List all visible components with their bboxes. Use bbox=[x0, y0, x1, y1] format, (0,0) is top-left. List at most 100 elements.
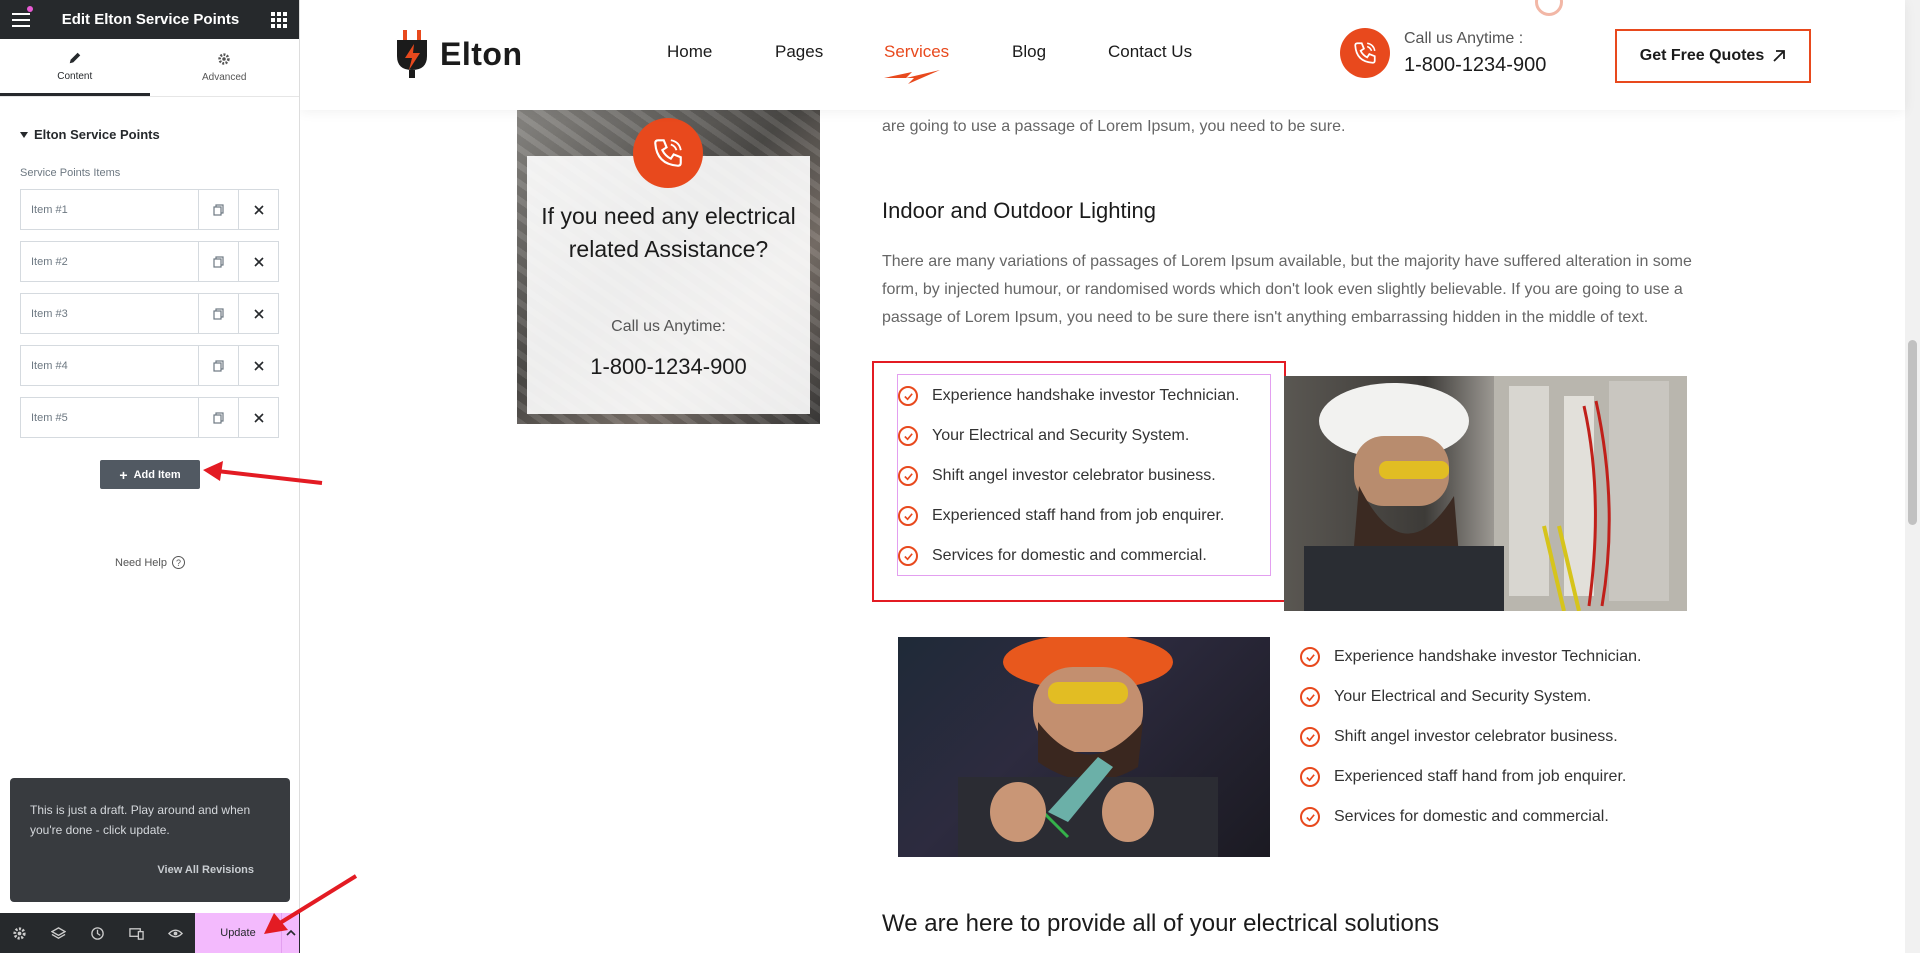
nav-services[interactable]: Services bbox=[884, 42, 949, 62]
editor-panel: Edit Elton Service Points Content Advanc… bbox=[0, 0, 300, 953]
remove-button[interactable] bbox=[238, 346, 278, 385]
page-scrollbar[interactable] bbox=[1905, 0, 1920, 953]
repeater-item: Item #2 bbox=[20, 241, 279, 282]
hamburger-menu-icon[interactable] bbox=[12, 12, 30, 27]
close-icon bbox=[253, 360, 264, 371]
list-item: Shift angel investor celebrator business… bbox=[1300, 717, 1641, 757]
check-circle-icon bbox=[1300, 687, 1320, 707]
preview-icon[interactable] bbox=[156, 913, 195, 953]
list-item: Services for domestic and commercial. bbox=[1300, 797, 1641, 837]
responsive-icon[interactable] bbox=[117, 913, 156, 953]
remove-button[interactable] bbox=[238, 190, 278, 229]
duplicate-button[interactable] bbox=[198, 294, 238, 333]
site-header: Elton Home Pages Services Blog Contact U… bbox=[300, 0, 1905, 110]
repeater-item: Item #5 bbox=[20, 397, 279, 438]
call-number[interactable]: 1-800-1234-900 bbox=[1404, 54, 1546, 77]
point-text: Shift angel investor celebrator business… bbox=[932, 467, 1216, 484]
chevron-up-icon[interactable] bbox=[281, 913, 299, 953]
quote-button-label: Get Free Quotes bbox=[1639, 47, 1765, 64]
tab-content[interactable]: Content bbox=[0, 39, 150, 96]
remove-button[interactable] bbox=[238, 242, 278, 281]
copy-icon bbox=[212, 203, 224, 216]
repeater-list: Item #1 Item #2 Item #3 Item #4 Item #5 bbox=[0, 189, 299, 438]
point-text: Your Electrical and Security System. bbox=[932, 427, 1190, 444]
panel-tabs: Content Advanced bbox=[0, 39, 299, 97]
intro-paragraph-tail: are going to use a passage of Lorem Ipsu… bbox=[882, 118, 1346, 135]
electrician-photo bbox=[1284, 376, 1687, 611]
gear-icon bbox=[218, 53, 230, 65]
repeater-item-label[interactable]: Item #5 bbox=[21, 398, 198, 437]
list-item: Your Electrical and Security System. bbox=[1300, 677, 1641, 717]
widgets-grid-icon[interactable] bbox=[271, 11, 287, 28]
help-card-number[interactable]: 1-800-1234-900 bbox=[537, 354, 800, 380]
view-revisions-link[interactable]: View All Revisions bbox=[157, 860, 254, 880]
list-item: Shift angel investor celebrator business… bbox=[898, 456, 1239, 496]
list-item: Your Electrical and Security System. bbox=[898, 416, 1239, 456]
nav-pages[interactable]: Pages bbox=[775, 42, 823, 62]
repeater-item-label[interactable]: Item #3 bbox=[21, 294, 198, 333]
tab-content-label: Content bbox=[57, 70, 93, 82]
duplicate-button[interactable] bbox=[198, 242, 238, 281]
service-points-list-2: Experience handshake investor Technician… bbox=[1300, 637, 1641, 837]
close-icon bbox=[253, 256, 264, 267]
repeater-item-label[interactable]: Item #1 bbox=[21, 190, 198, 229]
solutions-heading: We are here to provide all of your elect… bbox=[882, 910, 1440, 937]
scrollbar-thumb[interactable] bbox=[1908, 340, 1917, 525]
check-circle-icon bbox=[898, 426, 918, 446]
duplicate-button[interactable] bbox=[198, 190, 238, 229]
help-card-call-label: Call us Anytime: bbox=[611, 318, 726, 335]
arrow-up-right-icon bbox=[1773, 50, 1786, 62]
notification-dot bbox=[27, 6, 33, 12]
add-item-button[interactable]: + Add Item bbox=[100, 460, 200, 489]
point-text: Services for domestic and commercial. bbox=[1334, 808, 1609, 825]
service-points-list: Experience handshake investor Technician… bbox=[898, 376, 1239, 576]
close-icon bbox=[253, 308, 264, 319]
copy-icon bbox=[212, 359, 224, 372]
section-toggle[interactable]: Elton Service Points bbox=[0, 127, 299, 142]
close-icon bbox=[253, 412, 264, 423]
duplicate-button[interactable] bbox=[198, 346, 238, 385]
close-icon bbox=[253, 204, 264, 215]
panel-footer: Update bbox=[0, 913, 300, 953]
check-circle-icon bbox=[898, 386, 918, 406]
nav-blog[interactable]: Blog bbox=[1012, 42, 1046, 62]
header-call: Call us Anytime : 1-800-1234-900 bbox=[1340, 28, 1546, 78]
point-text: Experience handshake investor Technician… bbox=[932, 387, 1240, 404]
copy-icon bbox=[212, 307, 224, 320]
caret-down-icon bbox=[20, 131, 28, 138]
update-button[interactable]: Update bbox=[195, 913, 281, 953]
repeater-item: Item #1 bbox=[20, 189, 279, 230]
nav-contact[interactable]: Contact Us bbox=[1108, 42, 1192, 62]
repeater-item: Item #3 bbox=[20, 293, 279, 334]
tab-advanced-label: Advanced bbox=[202, 72, 247, 83]
site-logo[interactable]: Elton bbox=[394, 30, 522, 78]
history-icon[interactable] bbox=[78, 913, 117, 953]
repeater-item-label[interactable]: Item #4 bbox=[21, 346, 198, 385]
get-free-quotes-button[interactable]: Get Free Quotes bbox=[1615, 29, 1811, 83]
list-item: Experienced staff hand from job enquirer… bbox=[898, 496, 1239, 536]
active-nav-bolt-underline bbox=[884, 70, 940, 84]
remove-button[interactable] bbox=[238, 398, 278, 437]
help-circle-icon: ? bbox=[171, 556, 185, 569]
phone-icon bbox=[633, 118, 703, 188]
layers-icon[interactable] bbox=[39, 913, 78, 953]
repeater-label: Service Points Items bbox=[20, 167, 121, 179]
check-circle-icon bbox=[1300, 767, 1320, 787]
check-circle-icon bbox=[898, 466, 918, 486]
settings-icon[interactable] bbox=[0, 913, 39, 953]
nav-home[interactable]: Home bbox=[667, 42, 712, 62]
duplicate-button[interactable] bbox=[198, 398, 238, 437]
point-text: Shift angel investor celebrator business… bbox=[1334, 728, 1618, 745]
repeater-item-label[interactable]: Item #2 bbox=[21, 242, 198, 281]
tab-advanced[interactable]: Advanced bbox=[150, 39, 300, 96]
panel-title: Edit Elton Service Points bbox=[61, 11, 240, 28]
check-circle-icon bbox=[898, 506, 918, 526]
remove-button[interactable] bbox=[238, 294, 278, 333]
pencil-icon bbox=[69, 52, 80, 63]
need-help-link[interactable]: Need Help ? bbox=[115, 556, 185, 569]
check-circle-icon bbox=[1300, 807, 1320, 827]
help-card-heading: If you need any electrical related Assis… bbox=[541, 203, 796, 262]
list-item: Experienced staff hand from job enquirer… bbox=[1300, 757, 1641, 797]
draft-message: This is just a draft. Play around and wh… bbox=[30, 803, 251, 837]
electrician-with-pliers-photo bbox=[898, 637, 1270, 857]
